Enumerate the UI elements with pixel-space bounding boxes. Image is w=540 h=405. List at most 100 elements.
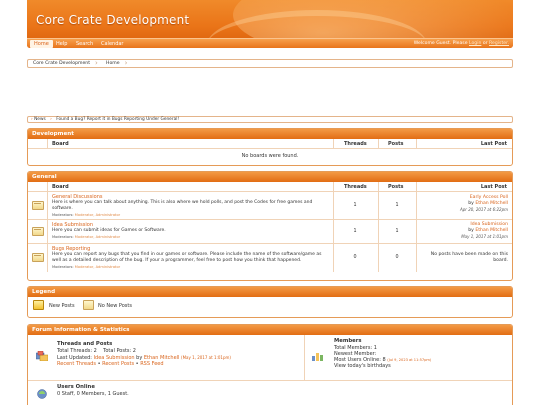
thread-count: 1 <box>353 229 357 234</box>
bullet-separator: • <box>97 361 101 367</box>
total-threads: Total Threads: 2 <box>57 348 97 354</box>
threads-posts-title: Threads and Posts <box>57 341 113 347</box>
divider <box>333 192 334 219</box>
main-nav: Home Help Search Calendar Welcome Guest.… <box>27 38 513 48</box>
category-general: General Board Threads Posts Last Post Ge… <box>27 171 513 281</box>
legend-title: Legend <box>28 287 512 297</box>
board-row: Bugs Reporting Here you can report any b… <box>28 244 512 272</box>
thread-count: 0 <box>353 255 357 260</box>
moderators-list[interactable]: Moderator, Administrator <box>75 235 120 239</box>
board-description-line: Here is where you can talk about anythin… <box>52 200 313 205</box>
users-online-title: Users Online <box>57 384 95 390</box>
divider <box>378 139 379 148</box>
new-posts-folder-icon <box>33 300 44 310</box>
breadcrumb-home[interactable]: Home <box>101 60 125 67</box>
statistics-title: Forum Information & Statistics <box>28 325 512 335</box>
nav-home[interactable]: Home <box>30 40 53 48</box>
breadcrumb: Core Crate Development › Home › <box>27 59 513 68</box>
board-description: Here you can report any bugs that you fi… <box>52 252 332 263</box>
by-label: by <box>468 200 474 206</box>
total-posts: Total Posts: 2 <box>103 348 136 354</box>
divider <box>333 220 334 243</box>
recent-posts-link[interactable]: Recent Posts <box>102 361 134 367</box>
divider <box>378 182 379 191</box>
quick-links: Recent Threads • Recent Posts • RSS Feed <box>57 361 164 367</box>
col-posts: Posts <box>388 141 404 147</box>
moderators-list[interactable]: Moderator, Administrator <box>75 265 120 269</box>
col-last-post: Last Post <box>480 184 507 190</box>
col-board: Board <box>52 184 69 190</box>
recent-threads-link[interactable]: Recent Threads <box>57 361 96 367</box>
divider <box>47 220 48 243</box>
nav-help[interactable]: Help <box>52 40 71 48</box>
totals-line: Total Threads: 2 Total Posts: 2 <box>57 348 136 354</box>
folder-icon <box>32 201 44 210</box>
forum-statistics: Forum Information & Statistics Threads a… <box>27 324 513 405</box>
divider <box>47 139 48 148</box>
by-label: by <box>136 354 143 361</box>
stats-row: Threads and Posts Total Threads: 2 Total… <box>28 335 512 381</box>
divider <box>416 220 417 243</box>
breadcrumb-site[interactable]: Core Crate Development <box>28 60 95 67</box>
category-title[interactable]: General <box>28 172 512 182</box>
category-title[interactable]: Development <box>28 129 512 139</box>
col-last-post: Last Post <box>480 141 507 147</box>
users-online-text: 0 Staff, 0 Members, 1 Guest. <box>57 391 129 397</box>
board-description-line: software. <box>52 205 73 211</box>
divider <box>416 139 417 148</box>
post-count: 1 <box>395 229 399 234</box>
news-ticker: › News › Found a Bug? Report it in Bugs … <box>27 116 513 123</box>
last-updated-thread[interactable]: Idea Submission <box>94 355 135 361</box>
site-title[interactable]: Core Crate Development <box>36 13 189 27</box>
last-updated-user[interactable]: Ethan Mitchell <box>144 355 180 361</box>
by-label: by <box>468 227 474 233</box>
nav-search[interactable]: Search <box>72 40 97 48</box>
board-moderators: Moderators: Moderator, Administrator <box>52 235 120 239</box>
register-link[interactable]: Register. <box>489 41 509 46</box>
users-online-row: Users Online 0 Staff, 0 Members, 1 Guest… <box>28 381 512 405</box>
last-post-date: Apr 20, 2017 at 6:22pm <box>460 206 508 212</box>
last-updated-date: (May 1, 2017 at 1:01pm) <box>181 354 231 360</box>
most-online-date: (Jul 9, 2023 at 11:57pm) <box>387 358 432 362</box>
arrow-right-icon: › <box>31 117 33 122</box>
divider <box>416 244 417 272</box>
board-description-line: Here you can submit ideas for Games or S… <box>52 228 166 233</box>
last-updated-line: Last Updated: Idea Submission by Ethan M… <box>57 355 231 361</box>
members-icon <box>312 353 323 361</box>
last-post-user[interactable]: Ethan Mitchell <box>475 201 508 206</box>
divider <box>47 244 48 272</box>
divider <box>378 244 379 272</box>
users-online-icon <box>37 389 47 399</box>
legend-panel: Legend New Posts No New Posts <box>27 286 513 318</box>
col-threads: Threads <box>344 184 367 190</box>
no-posts-message: board. <box>493 257 508 263</box>
divider <box>378 192 379 219</box>
divider <box>333 139 334 148</box>
site-header: Core Crate Development Home Help Search … <box>27 0 513 48</box>
board-row: Idea Submission Here you can submit idea… <box>28 220 512 244</box>
birthdays-link[interactable]: View today's birthdays <box>334 363 391 369</box>
divider <box>333 182 334 191</box>
board-description-line: Here you can report any bugs that you fi… <box>52 252 322 257</box>
legend-body: New Posts No New Posts <box>28 297 512 313</box>
col-posts: Posts <box>388 184 404 190</box>
column-headers: Board Threads Posts Last Post <box>28 139 512 149</box>
divider <box>333 244 334 272</box>
login-link[interactable]: Login <box>469 41 481 46</box>
nav-calendar[interactable]: Calendar <box>97 40 127 48</box>
chevron-right-icon: › <box>50 117 52 122</box>
last-post-user[interactable]: Ethan Mitchell <box>475 228 508 233</box>
last-post: Early Access Poll by Ethan Mitchell Apr … <box>460 195 508 212</box>
thread-count: 1 <box>353 203 357 208</box>
news-text[interactable]: Found a Bug? Report it in Bugs Reporting… <box>56 117 179 122</box>
col-threads: Threads <box>344 141 367 147</box>
moderators-label: Moderators: <box>52 213 74 217</box>
board-description: Here is where you can talk about anythin… <box>52 200 332 211</box>
category-development: Development Board Threads Posts Last Pos… <box>27 128 513 166</box>
legend-no-new-posts: No New Posts <box>98 303 132 309</box>
rss-feed-link[interactable]: RSS Feed <box>140 361 163 367</box>
moderators-list[interactable]: Moderator, Administrator <box>75 213 120 217</box>
board-moderators: Moderators: Moderator, Administrator <box>52 265 120 269</box>
column-headers: Board Threads Posts Last Post <box>28 182 512 192</box>
divider <box>304 335 305 380</box>
